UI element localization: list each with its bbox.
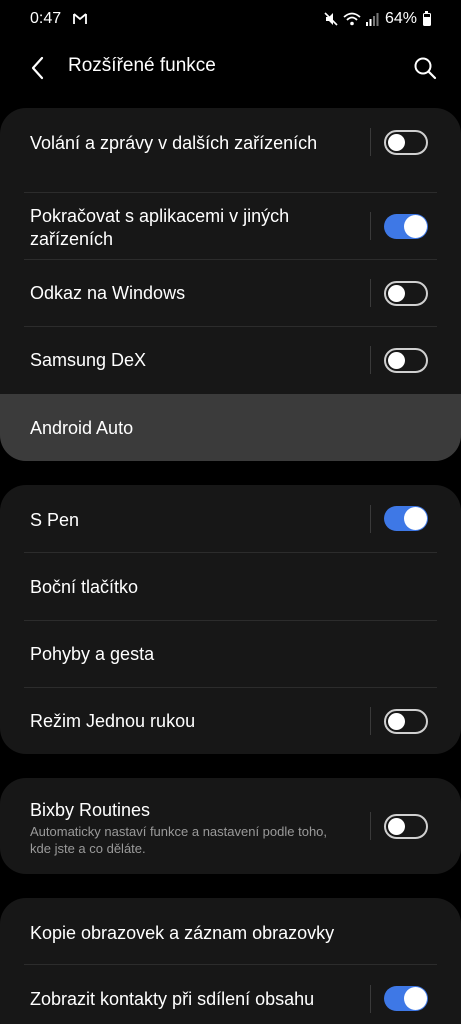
list-item-sublabel-line1: Automaticky nastaví funkce a nastavení p… xyxy=(30,824,328,839)
toggle-switch[interactable] xyxy=(384,506,428,531)
page-title: Rozšířené funkce xyxy=(68,55,216,76)
app-bar: Rozšířené funkce xyxy=(0,38,461,96)
status-time: 0:47 xyxy=(30,10,62,27)
toggle-switch[interactable] xyxy=(384,709,428,734)
list-item-label: Boční tlačítko xyxy=(30,577,139,597)
list-item-label: Bixby Routines xyxy=(30,800,151,820)
list-item-label: S Pen xyxy=(30,510,80,530)
list-item-label: Pohyby a gesta xyxy=(30,644,155,664)
list-item-sublabel-line2: kde jste a co děláte. xyxy=(30,841,146,856)
separator xyxy=(370,346,371,374)
search-icon xyxy=(414,57,437,80)
mute-icon xyxy=(324,12,338,26)
separator xyxy=(370,812,371,840)
status-bar: 0:47 64% xyxy=(0,0,461,38)
separator xyxy=(370,279,371,307)
list-item-label-line1: Pokračovat s aplikacemi v jiných xyxy=(30,206,290,226)
toggle-switch[interactable] xyxy=(384,130,428,155)
list-item-calls-messages[interactable]: Volání a zprávy v dalších zařízeních xyxy=(0,108,461,176)
list-item-samsung-dex[interactable]: Samsung DeX xyxy=(0,327,461,393)
list-item-label: Zobrazit kontakty při sdílení obsahu xyxy=(30,989,315,1009)
signal-icon xyxy=(365,13,379,26)
list-item-side-key[interactable]: Boční tlačítko xyxy=(0,553,461,619)
toggle-switch[interactable] xyxy=(384,281,428,306)
bixby-card: Bixby Routines Automaticky nastaví funkc… xyxy=(0,778,461,874)
gmail-icon xyxy=(73,13,87,24)
list-item-motions-gestures[interactable]: Pohyby a gesta xyxy=(0,621,461,687)
separator xyxy=(370,985,371,1013)
list-item-android-auto[interactable]: Android Auto xyxy=(0,394,461,461)
list-item-continue-apps[interactable]: Pokračovat s aplikacemi v jiných zařízen… xyxy=(0,193,461,259)
status-icons: 64% xyxy=(323,9,431,29)
list-item-label: Volání a zprávy v dalších zařízeních xyxy=(30,133,318,153)
screenshots-sharing-card: Kopie obrazovek a záznam obrazovky Zobra… xyxy=(0,898,461,1024)
list-item-label: Režim Jednou rukou xyxy=(30,711,196,731)
battery-icon xyxy=(423,10,431,26)
back-button[interactable] xyxy=(20,50,56,86)
toggle-switch[interactable] xyxy=(384,214,428,239)
list-item-s-pen[interactable]: S Pen xyxy=(0,485,461,552)
battery-percent: 64% xyxy=(384,10,417,27)
list-item-label: Samsung DeX xyxy=(30,350,147,370)
toggle-switch[interactable] xyxy=(384,814,428,839)
toggle-switch[interactable] xyxy=(384,348,428,373)
search-button[interactable] xyxy=(407,50,443,86)
list-item-screenshots-recorder[interactable]: Kopie obrazovek a záznam obrazovky xyxy=(0,898,461,964)
list-item-label: Android Auto xyxy=(30,418,134,438)
spen-gestures-card: S Pen Boční tlačítko Pohyby a gesta Reži… xyxy=(0,485,461,754)
separator xyxy=(370,707,371,735)
separator xyxy=(370,128,371,156)
list-item-show-contacts-sharing[interactable]: Zobrazit kontakty při sdílení obsahu xyxy=(0,965,461,1024)
separator xyxy=(370,505,371,533)
list-item-label: Odkaz na Windows xyxy=(30,283,186,303)
wifi-icon xyxy=(343,12,361,26)
list-item-label: Kopie obrazovek a záznam obrazovky xyxy=(30,923,335,943)
list-item-one-handed-mode[interactable]: Režim Jednou rukou xyxy=(0,688,461,754)
separator xyxy=(370,212,371,240)
back-chevron-icon xyxy=(31,56,44,80)
list-item-bixby-routines[interactable]: Bixby Routines Automaticky nastaví funkc… xyxy=(0,778,461,874)
toggle-switch[interactable] xyxy=(384,986,428,1011)
list-item-label-line2: zařízeních xyxy=(30,229,114,249)
connected-devices-card: Volání a zprávy v dalších zařízeních Pok… xyxy=(0,108,461,461)
list-item-link-to-windows[interactable]: Odkaz na Windows xyxy=(0,260,461,326)
